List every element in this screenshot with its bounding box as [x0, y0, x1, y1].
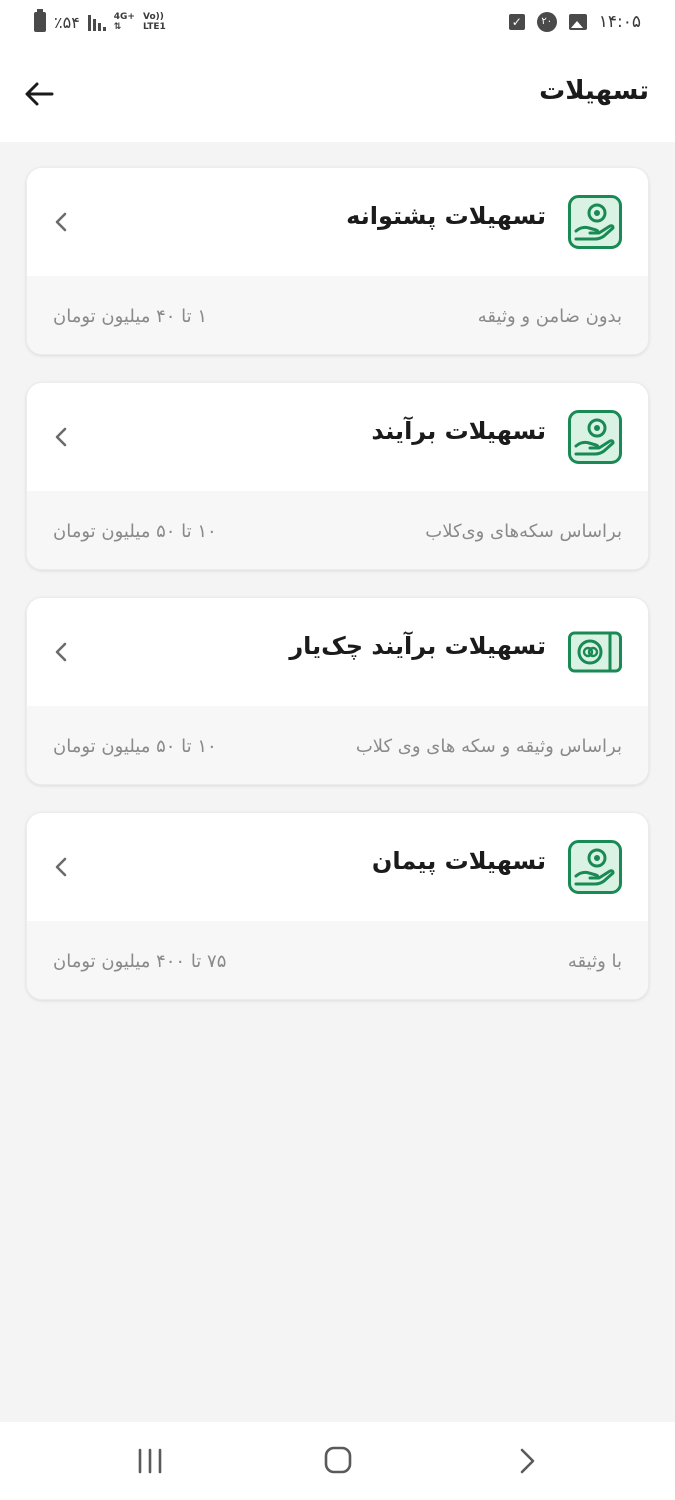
app-header: تسهیلات: [0, 50, 675, 142]
card-amount-range: ۱ تا ۴۰ میلیون تومان: [53, 306, 208, 327]
lte-label: LTE1: [142, 22, 166, 32]
card-header: [27, 813, 648, 921]
chevron-left-icon: [55, 212, 67, 232]
card-header: [27, 168, 648, 276]
chevron-left-icon: [55, 857, 67, 877]
facility-card-poshtvaneh[interactable]: تسهیلات پشتوانه بدون ضامن و وثیقه ۱ تا ۴…: [26, 167, 649, 355]
card-amount-range: ۷۵ تا ۴۰۰ میلیون تومان: [53, 951, 227, 972]
facility-list: تسهیلات پشتوانه بدون ضامن و وثیقه ۱ تا ۴…: [26, 167, 649, 1027]
card-subtitle: بدون ضامن و وثیقه: [477, 306, 622, 327]
battery-icon: [34, 9, 46, 32]
cheque-icon: [568, 631, 622, 673]
check-notification-icon: ✓: [508, 14, 525, 30]
hand-coin-icon: [568, 195, 622, 249]
card-title: تسهیلات پشتوانه: [346, 202, 546, 230]
chevron-left-icon: [55, 427, 67, 447]
facility-card-barayand[interactable]: تسهیلات برآیند براساس سکه‌های وی‌کلاب ۱۰…: [26, 382, 649, 570]
facility-card-barayand-chekyar[interactable]: تسهیلات برآیند چک‌یار براساس وثیقه و سکه…: [26, 597, 649, 785]
facility-card-peyman[interactable]: تسهیلات پیمان با وثیقه ۷۵ تا ۴۰۰ میلیون …: [26, 812, 649, 1000]
card-subtitle: با وثیقه: [567, 951, 622, 972]
card-title: تسهیلات برآیند چک‌یار: [289, 632, 546, 660]
page-title: تسهیلات: [539, 76, 649, 106]
status-right: ✓ ۲۰ ۱۴:۰۵: [508, 12, 641, 32]
card-title: تسهیلات برآیند: [371, 417, 546, 445]
home-icon[interactable]: [324, 1446, 352, 1474]
system-nav-bar: [0, 1422, 675, 1500]
recent-apps-icon[interactable]: [136, 1448, 164, 1474]
hand-coin-icon: [568, 840, 622, 894]
network-type: 4G+: [113, 12, 135, 22]
card-subtitle: براساس وثیقه و سکه های وی کلاب: [355, 736, 622, 757]
status-left: ٪۵۴ 4G+ ⇅ Vo)) LTE1: [34, 9, 166, 32]
card-title: تسهیلات پیمان: [371, 847, 546, 875]
image-notification-icon: [568, 14, 587, 30]
network-indicator: 4G+ ⇅: [114, 12, 135, 32]
volte-label: Vo)): [142, 12, 164, 22]
back-icon[interactable]: [514, 1446, 540, 1476]
card-amount-range: ۱۰ تا ۵۰ میلیون تومان: [53, 521, 217, 542]
status-bar: ٪۵۴ 4G+ ⇅ Vo)) LTE1 ✓ ۲۰ ۱۴:۰۵: [0, 0, 675, 50]
signal-icon: [87, 13, 106, 31]
card-subtitle: براساس سکه‌های وی‌کلاب: [425, 521, 622, 542]
hand-coin-icon: [568, 410, 622, 464]
chevron-left-icon: [55, 642, 67, 662]
card-amount-range: ۱۰ تا ۵۰ میلیون تومان: [53, 736, 217, 757]
card-header: [27, 383, 648, 491]
network-arrows: ⇅: [113, 22, 122, 32]
clock: ۱۴:۰۵: [598, 12, 641, 32]
volte-indicator: Vo)) LTE1: [143, 12, 166, 32]
back-arrow-icon[interactable]: [22, 76, 58, 112]
notification-count-badge: ۲۰: [536, 12, 557, 32]
battery-level: ٪۵۴: [54, 12, 80, 32]
